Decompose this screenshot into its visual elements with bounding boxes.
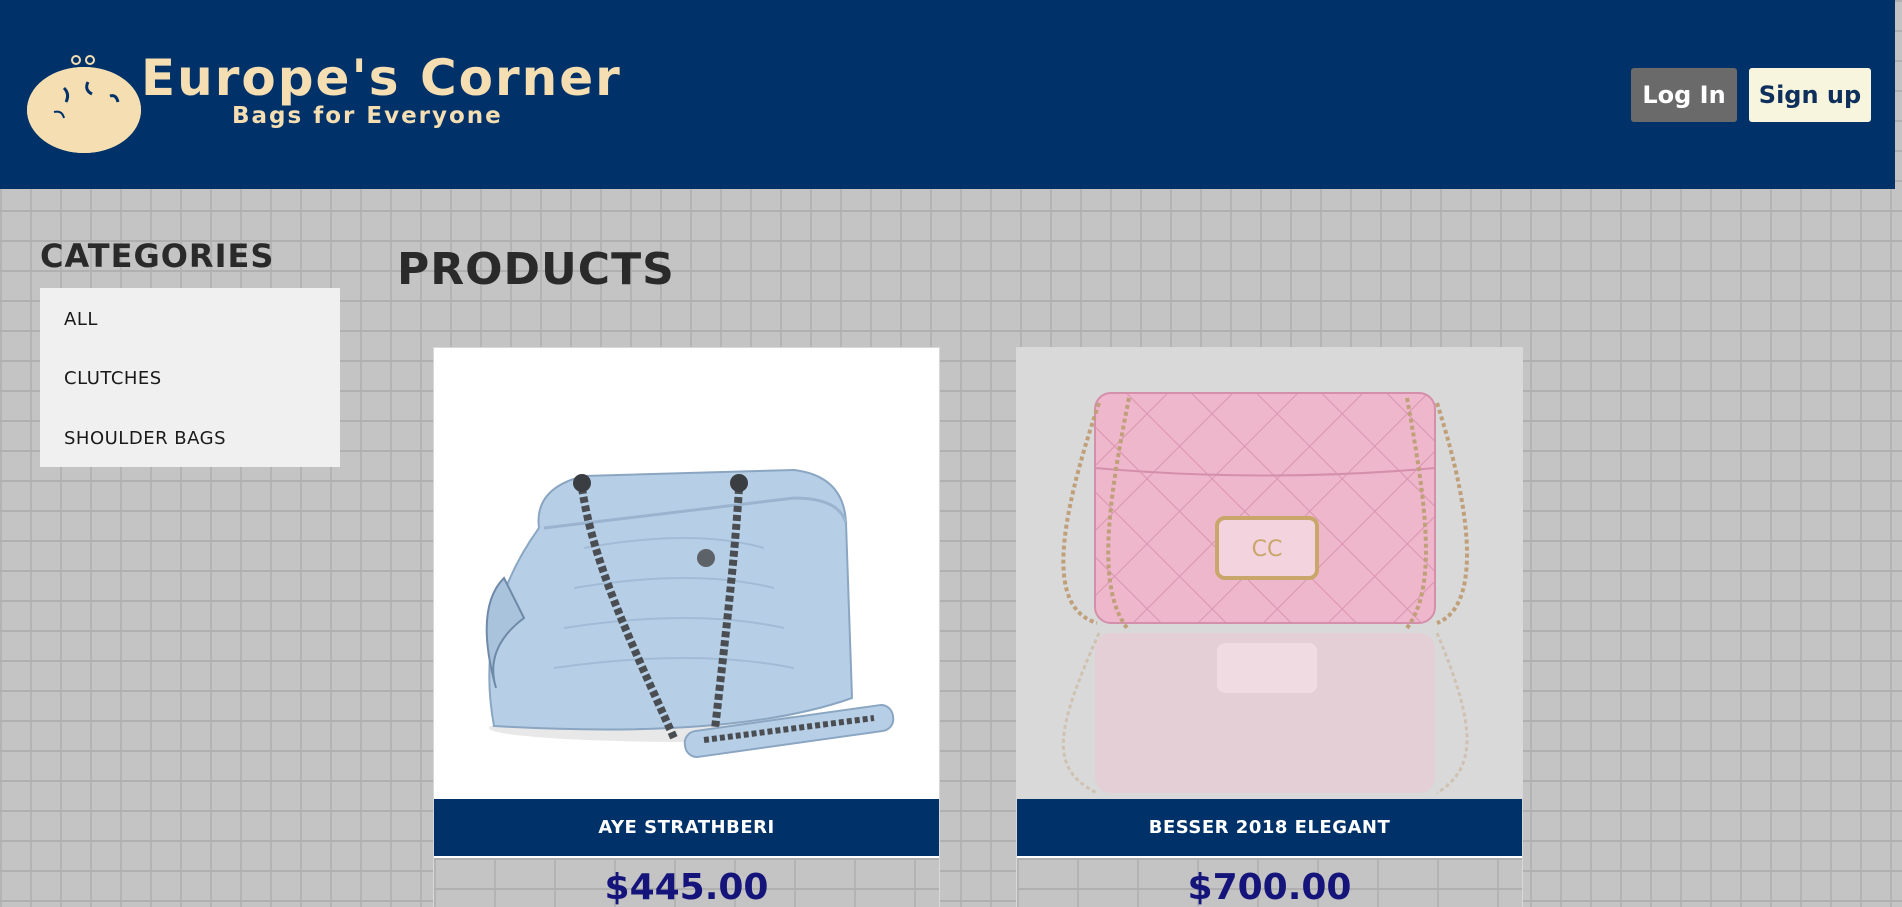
categories-list: ALL CLUTCHES SHOULDER BAGS — [40, 288, 340, 467]
product-card[interactable]: AYE STRATHBERI $445.00 — [433, 347, 940, 907]
logo-tagline: Bags for Everyone — [232, 103, 503, 129]
category-item-clutches[interactable]: CLUTCHES — [40, 347, 340, 407]
product-price: $700.00 — [1017, 858, 1522, 907]
products-heading: PRODUCTS — [397, 244, 675, 295]
product-image-light-blue-handbag[interactable] — [434, 348, 939, 799]
svg-text:CC: CC — [1252, 537, 1283, 562]
purse-logo-icon — [25, 55, 143, 155]
login-button[interactable]: Log In — [1631, 68, 1737, 122]
category-item-shoulder-bags[interactable]: SHOULDER BAGS — [40, 407, 340, 467]
logo-title: Europe's Corner — [141, 49, 622, 107]
categories-heading: CATEGORIES — [40, 237, 275, 275]
product-price: $445.00 — [434, 858, 939, 907]
product-card[interactable]: CC BESSER 2018 ELEGANT $700.00 — [1016, 347, 1523, 907]
site-logo[interactable]: Europe's Corner Bags for Everyone — [24, 52, 624, 156]
product-name: BESSER 2018 ELEGANT — [1017, 799, 1522, 856]
site-header: Europe's Corner Bags for Everyone Log In… — [0, 0, 1895, 189]
category-item-all[interactable]: ALL — [40, 288, 340, 347]
product-name: AYE STRATHBERI — [434, 799, 939, 856]
signup-button[interactable]: Sign up — [1749, 68, 1871, 122]
product-image-pink-quilted-bag[interactable]: CC — [1017, 348, 1522, 799]
